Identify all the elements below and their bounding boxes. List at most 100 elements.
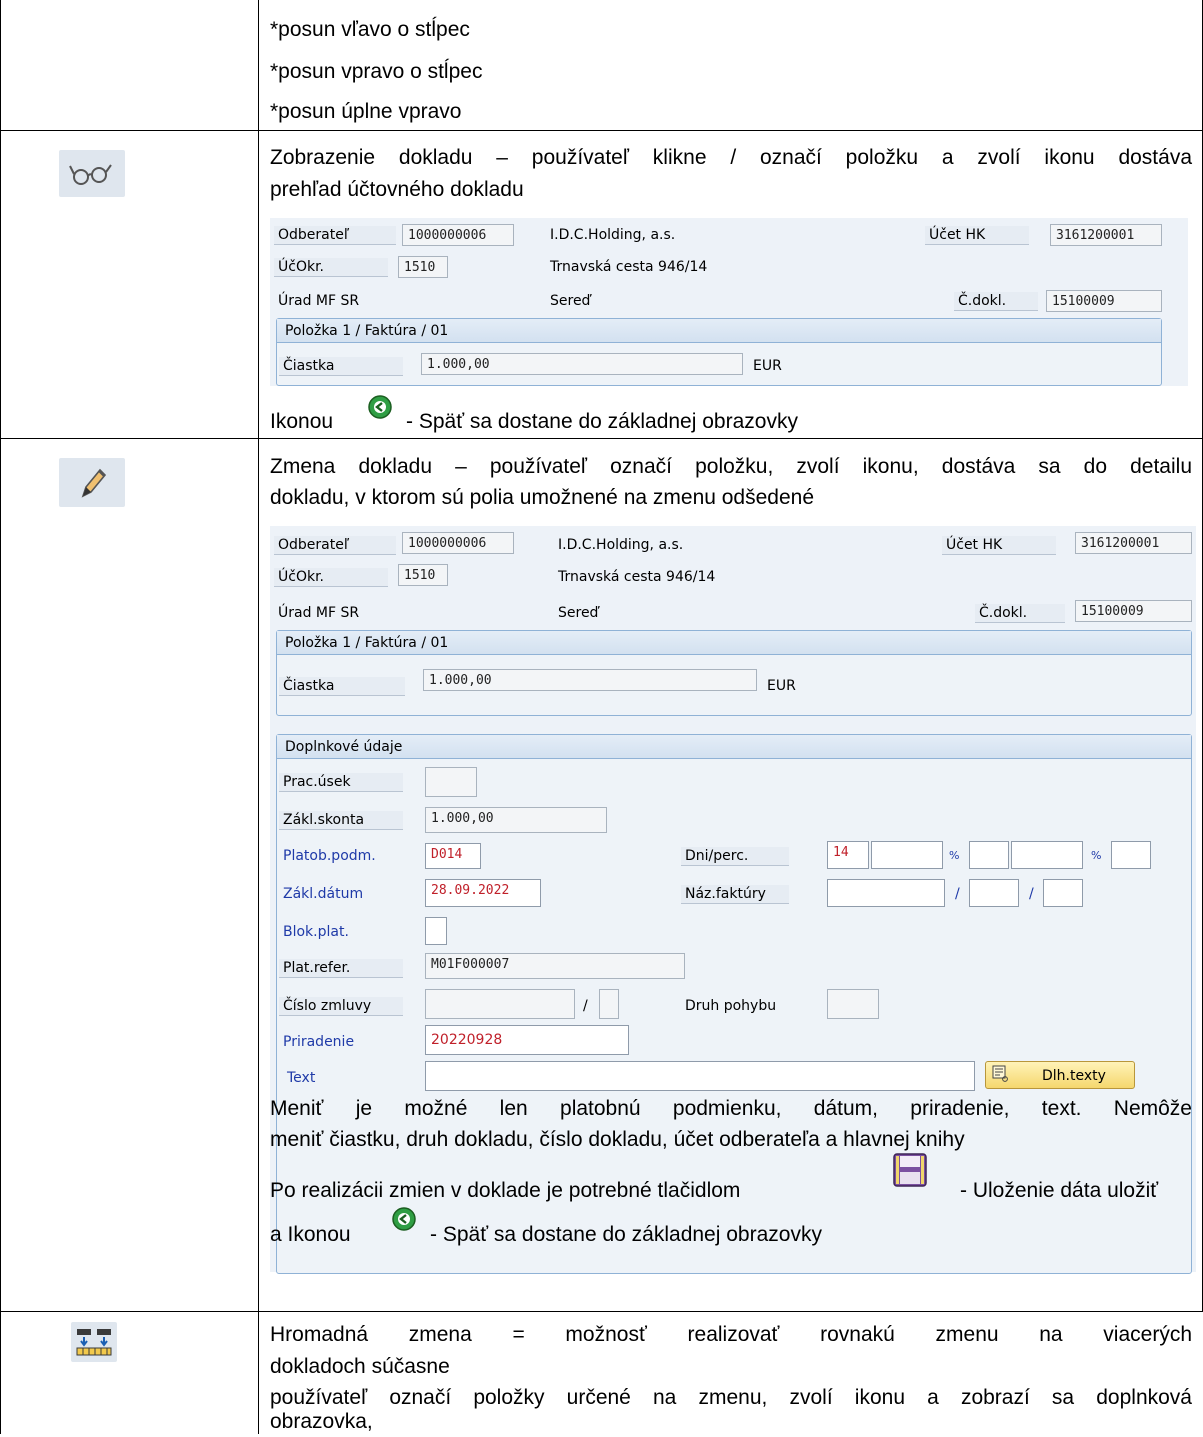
row2-description-line-1: Zobrazenie dokladu – používateľ klikne /… <box>270 146 1192 169</box>
plat-refer-label: Plat.refer. <box>279 959 403 978</box>
row3-back-suffix: - Späť sa dostane do základnej obrazovky <box>430 1223 822 1246</box>
street-address: Trnavská cesta 946/14 <box>550 259 708 275</box>
priradenie-field[interactable]: 20220928 <box>425 1025 629 1055</box>
percent-sign-2: % <box>1091 849 1102 862</box>
odberatel-field: 1000000006 <box>402 532 514 554</box>
dni-perc-label: Dni/perc. <box>681 847 789 866</box>
naz-faktury-field-2[interactable] <box>969 879 1019 907</box>
back-icon[interactable] <box>367 394 393 420</box>
currency-label: EUR <box>753 358 782 374</box>
percent-sign-1: % <box>949 849 960 862</box>
naz-faktury-slash-1: / <box>955 886 960 902</box>
naz-faktury-field-3[interactable] <box>1043 879 1083 907</box>
ciastka-field: 1.000,00 <box>421 353 743 375</box>
urad-text: Úrad MF SR <box>278 605 360 621</box>
row1-line-3: *posun úplne vpravo <box>270 100 462 123</box>
cdokl-field: 15100009 <box>1075 600 1192 622</box>
polozka-group: Položka 1 / Faktúra / 01 Čiastka 1.000,0… <box>276 630 1192 716</box>
currency-label: EUR <box>767 678 796 694</box>
polozka-group: Položka 1 / Faktúra / 01 Čiastka 1.000,0… <box>276 318 1162 386</box>
ucet-hk-label: Účet HK <box>925 226 1029 245</box>
dlh-texty-label: Dlh.texty <box>1042 1068 1106 1084</box>
row4-description-line-2: dokladoch súčasne <box>270 1355 450 1378</box>
zakl-skonta-label: Zákl.skonta <box>279 811 403 830</box>
text-label: Text <box>287 1070 316 1086</box>
row2-description-line-2: prehľad účtovného dokladu <box>270 178 524 201</box>
prac-usek-label: Prac.úsek <box>279 773 403 792</box>
sap-change-panel: Odberateľ 1000000006 I.D.C.Holding, a.s.… <box>270 526 1196 1274</box>
row4-description2-line-1: používateľ označí položky určené na zmen… <box>270 1386 1192 1409</box>
mass-change-icon <box>71 1322 117 1362</box>
priradenie-label: Priradenie <box>283 1034 355 1050</box>
plat-refer-field: M01F000007 <box>425 953 685 979</box>
company-name: I.D.C.Holding, a.s. <box>550 227 676 243</box>
naz-faktury-slash-2: / <box>1029 886 1034 902</box>
zakl-datum-field[interactable]: 28.09.2022 <box>425 879 541 907</box>
company-name: I.D.C.Holding, a.s. <box>558 537 684 553</box>
cislo-zmluvy-field-2 <box>599 989 619 1019</box>
cislo-zmluvy-slash: / <box>583 998 588 1014</box>
blok-plat-field[interactable] <box>425 917 447 945</box>
ciastka-label: Čiastka <box>279 357 403 376</box>
table-border-left <box>0 0 1 1434</box>
odberatel-label: Odberateľ <box>274 226 396 245</box>
cdokl-field: 15100009 <box>1046 290 1162 312</box>
ucet-hk-label: Účet HK <box>942 536 1056 555</box>
naz-faktury-label: Náz.faktúry <box>681 885 789 904</box>
row4-description-line-1: Hromadná zmena = možnosť realizovať rovn… <box>270 1323 1192 1346</box>
row4-description2-line-2: obrazovka, <box>270 1410 373 1433</box>
row-divider-2 <box>0 438 1203 439</box>
save-icon[interactable] <box>893 1153 927 1187</box>
city-text: Sereď <box>550 293 591 309</box>
text-field[interactable] <box>425 1061 975 1091</box>
row2-back-suffix: - Späť sa dostane do základnej obrazovky <box>406 410 798 433</box>
row1-line-1: *posun vľavo o stĺpec <box>270 18 470 41</box>
cislo-zmluvy-label: Číslo zmluvy <box>279 997 403 1016</box>
naz-faktury-field-1[interactable] <box>827 879 945 907</box>
sap-display-panel: Odberateľ 1000000006 I.D.C.Holding, a.s.… <box>270 218 1188 386</box>
ciastka-field: 1.000,00 <box>423 669 757 691</box>
perc-field-2[interactable] <box>1011 841 1083 869</box>
row3-save-suffix: - Uloženie dáta uložiť <box>960 1179 1159 1202</box>
glasses-icon <box>59 150 125 197</box>
perc-field-3[interactable] <box>1111 841 1151 869</box>
pencil-icon <box>59 458 125 507</box>
street-address: Trnavská cesta 946/14 <box>558 569 716 585</box>
long-text-icon <box>992 1065 1010 1083</box>
ucokr-label: ÚčOkr. <box>274 568 388 587</box>
zakl-skonta-field: 1.000,00 <box>425 807 607 833</box>
platob-podm-field[interactable]: D014 <box>425 843 481 869</box>
ucokr-field: 1510 <box>398 564 448 586</box>
prac-usek-field <box>425 767 477 797</box>
platob-podm-label: Platob.podm. <box>283 848 376 864</box>
ucet-hk-field: 3161200001 <box>1050 224 1162 246</box>
ciastka-label: Čiastka <box>279 677 405 696</box>
table-column-divider <box>258 0 259 1434</box>
druh-pohybu-field <box>827 989 879 1019</box>
polozka-group-title: Položka 1 / Faktúra / 01 <box>277 319 1161 343</box>
ucet-hk-field: 3161200001 <box>1075 532 1192 554</box>
city-text: Sereď <box>558 605 599 621</box>
row3-description-line-1: Zmena dokladu – používateľ označí položk… <box>270 455 1192 478</box>
row2-back-prefix: Ikonou <box>270 410 334 433</box>
row3-note-line-2: meniť čiastku, druh dokladu, číslo dokla… <box>270 1128 965 1151</box>
dni-field-2[interactable] <box>871 841 943 869</box>
doplnkove-udaje-title: Doplnkové údaje <box>277 735 1191 759</box>
document-page: *posun vľavo o stĺpec *posun vpravo o st… <box>0 0 1203 1434</box>
cdokl-label: Č.dokl. <box>975 604 1065 623</box>
perc-field-1[interactable] <box>969 841 1009 869</box>
row1-line-2: *posun vpravo o stĺpec <box>270 60 483 83</box>
row3-note-line-1: Meniť je možné len platobnú podmienku, d… <box>270 1097 1192 1120</box>
cdokl-label: Č.dokl. <box>954 292 1038 311</box>
ucokr-label: ÚčOkr. <box>274 258 388 277</box>
odberatel-label: Odberateľ <box>274 536 396 555</box>
odberatel-field: 1000000006 <box>402 224 514 246</box>
polozka-group-title: Položka 1 / Faktúra / 01 <box>277 631 1191 655</box>
blok-plat-label: Blok.plat. <box>283 924 349 940</box>
dni-field[interactable]: 14 <box>827 841 869 869</box>
dlh-texty-button[interactable]: Dlh.texty <box>985 1061 1135 1089</box>
ucokr-field: 1510 <box>398 256 448 278</box>
row3-save-prefix: Po realizácii zmien v doklade je potrebn… <box>270 1179 741 1202</box>
back-icon[interactable] <box>391 1206 417 1232</box>
row3-description-line-2: dokladu, v ktorom sú polia umožnené na z… <box>270 486 815 509</box>
